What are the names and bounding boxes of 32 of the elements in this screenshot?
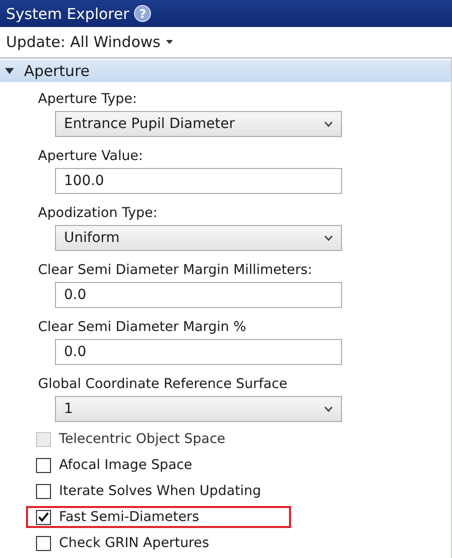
section-header[interactable]: Aperture — [0, 60, 451, 82]
checkbox-row[interactable]: Iterate Solves When Updating — [26, 480, 272, 502]
checkbox[interactable] — [36, 536, 51, 550]
field-label: Clear Semi Diameter Margin % — [38, 319, 248, 336]
checkbox-label: Iterate Solves When Updating — [59, 483, 262, 499]
field-label: Global Coordinate Reference Surface — [38, 376, 288, 393]
checkbox-label: Fast Semi-Diameters — [59, 509, 200, 525]
field-label: Clear Semi Diameter Margin Millimeters: — [38, 262, 314, 279]
checkbox-label: Telecentric Object Space — [59, 431, 226, 447]
checkbox-row[interactable]: Check GRIN Apertures — [26, 532, 220, 554]
input-field[interactable]: 0.0 — [55, 339, 342, 365]
field-label: Aperture Type: — [38, 91, 138, 108]
checkbox-label: Afocal Image Space — [59, 457, 192, 473]
dropdown[interactable]: 1 — [55, 396, 342, 422]
dropdown[interactable]: Uniform — [55, 225, 342, 251]
caret-icon — [166, 40, 174, 44]
window-title: System Explorer — [6, 4, 130, 22]
update-menu[interactable]: Update: All Windows — [6, 33, 174, 51]
input-field[interactable]: 100.0 — [55, 168, 342, 194]
chevron-icon — [324, 121, 333, 127]
chevron-icon — [324, 406, 333, 412]
checkbox-row[interactable]: Afocal Image Space — [26, 454, 202, 476]
checkbox-label: Check GRIN Apertures — [59, 535, 210, 551]
checkbox[interactable] — [36, 458, 51, 472]
dropdown[interactable]: Entrance Pupil Diameter — [55, 111, 342, 137]
chevron-icon — [324, 235, 333, 241]
collapse-icon — [5, 68, 14, 74]
input-field[interactable]: 0.0 — [55, 282, 342, 308]
checkbox[interactable] — [36, 510, 51, 524]
field-label: Apodization Type: — [38, 205, 158, 222]
field-label: Aperture Value: — [38, 148, 144, 165]
checkbox[interactable] — [36, 484, 51, 498]
